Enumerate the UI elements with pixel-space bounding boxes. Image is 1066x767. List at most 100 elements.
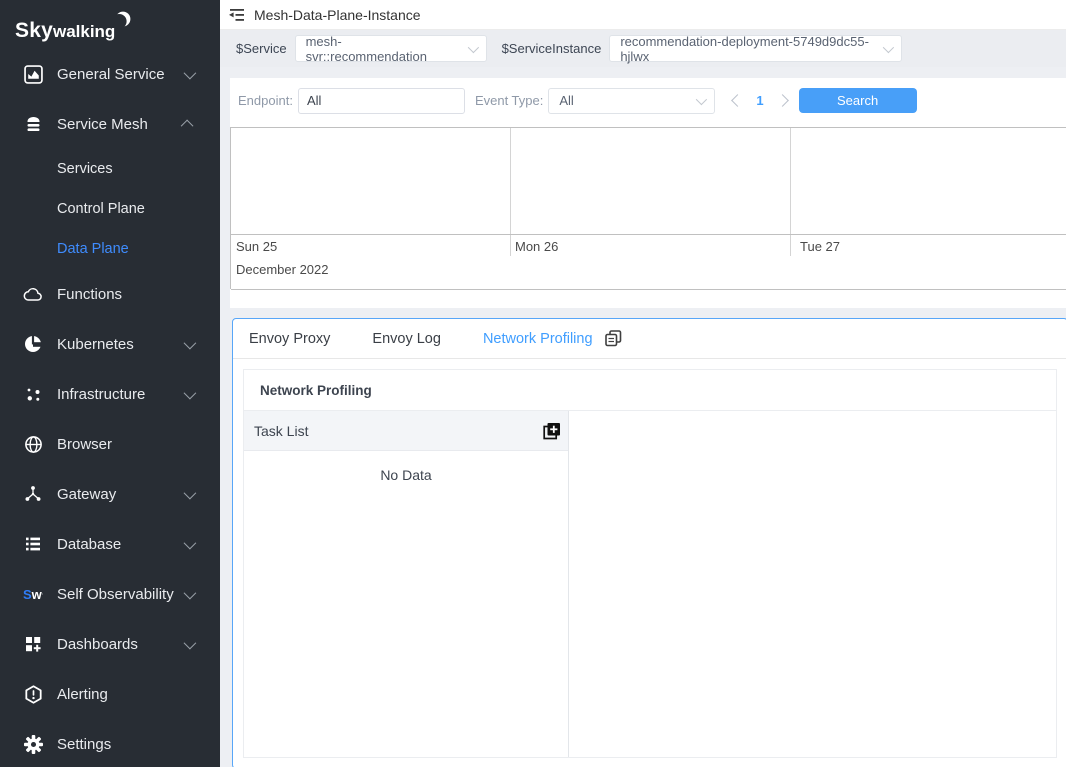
sidebar-item-label: Settings <box>57 736 111 753</box>
logo-text-rest: walking <box>53 22 115 41</box>
sidebar-item-functions[interactable]: Functions <box>0 269 220 319</box>
search-button[interactable]: Search <box>799 88 917 113</box>
copy-icon[interactable] <box>605 330 622 347</box>
sidebar-item-label: Gateway <box>57 486 116 503</box>
network-nodes-icon <box>23 484 43 504</box>
sidebar-item-settings[interactable]: Settings <box>0 719 220 767</box>
service-select-value: mesh-svr::recommendation <box>306 34 458 64</box>
events-timeline[interactable]: Sun 25 Mon 26 Tue 27 December 2022 <box>230 127 1066 289</box>
chevron-down-icon <box>184 586 197 599</box>
chevron-down-icon <box>184 636 197 649</box>
tab-envoy-proxy[interactable]: Envoy Proxy <box>249 331 330 347</box>
timeline-day-axis: Sun 25 Mon 26 Tue 27 <box>231 234 1066 256</box>
sidebar-item-label: Service Mesh <box>57 116 148 133</box>
service-select[interactable]: mesh-svr::recommendation <box>295 35 487 62</box>
globe-icon <box>23 434 43 454</box>
sidebar-item-control-plane[interactable]: Control Plane <box>0 189 220 229</box>
panel-body: Task List No Data <box>244 411 1056 757</box>
service-instance-label: $ServiceInstance <box>502 41 602 56</box>
event-type-select-value: All <box>559 93 573 108</box>
events-widget: Endpoint: Event Type: All 1 Search Sun 2… <box>230 78 1066 308</box>
chevron-down-icon <box>184 336 197 349</box>
endpoint-label: Endpoint: <box>238 93 293 108</box>
no-data-text: No Data <box>380 467 431 483</box>
list-icon <box>23 534 43 554</box>
new-task-icon[interactable] <box>543 422 561 440</box>
timeline-month-label: December 2022 <box>236 262 329 277</box>
kubernetes-icon <box>23 334 43 354</box>
tab-network-profiling[interactable]: Network Profiling <box>483 331 593 347</box>
chevron-down-icon <box>184 66 197 79</box>
sidebar-item-dashboards[interactable]: Dashboards <box>0 619 220 669</box>
chevron-down-icon <box>184 486 197 499</box>
sidebar-item-label: Infrastructure <box>57 386 145 403</box>
current-page[interactable]: 1 <box>756 93 763 108</box>
profiling-graph-area <box>569 411 1056 757</box>
timeline-day-label: Tue 27 <box>800 239 840 254</box>
collapse-menu-icon[interactable] <box>229 8 245 22</box>
instance-tabs-panel: Envoy Proxy Envoy Log Network Profiling … <box>232 318 1066 767</box>
alert-hexagon-icon <box>23 684 43 704</box>
sidebar-item-label: Database <box>57 536 121 553</box>
chevron-down-icon <box>883 41 894 52</box>
sidebar-item-general-service[interactable]: General Service <box>0 49 220 99</box>
logo-text-bold: Sky <box>15 19 53 42</box>
sidebar-item-database[interactable]: Database <box>0 519 220 569</box>
sidebar-item-alerting[interactable]: Alerting <box>0 669 220 719</box>
prev-page-button[interactable] <box>731 94 744 107</box>
sidebar-item-kubernetes[interactable]: Kubernetes <box>0 319 220 369</box>
event-type-label: Event Type: <box>475 93 543 108</box>
panel-title: Network Profiling <box>244 370 1056 411</box>
sidebar-item-label: Alerting <box>57 686 108 703</box>
skywalking-sw-icon: Sw <box>23 584 43 604</box>
sidebar-item-self-observability[interactable]: Sw Self Observability <box>0 569 220 619</box>
chevron-down-icon <box>467 41 478 52</box>
sidebar-item-label: General Service <box>57 66 165 83</box>
skywalking-logo[interactable]: Skywalking <box>0 0 220 49</box>
filter-bar: $Service mesh-svr::recommendation $Servi… <box>220 30 1066 67</box>
sidebar-item-service-mesh[interactable]: Service Mesh <box>0 99 220 149</box>
sidebar-subitem-label: Data Plane <box>57 241 129 257</box>
task-list-header: Task List <box>244 411 568 451</box>
network-profiling-panel: Network Profiling Task List No Data <box>243 369 1057 758</box>
sidebar-subitem-label: Control Plane <box>57 201 145 217</box>
service-instance-select[interactable]: recommendation-deployment-5749d9dc55-hjl… <box>609 35 902 62</box>
event-type-select[interactable]: All <box>548 88 715 114</box>
cloud-icon <box>23 284 43 304</box>
chart-icon <box>23 64 43 84</box>
next-page-button[interactable] <box>776 94 789 107</box>
sidebar-item-services[interactable]: Services <box>0 149 220 189</box>
dashboard-grid-icon <box>23 634 43 654</box>
task-list-title: Task List <box>254 423 308 439</box>
event-controls-row: Endpoint: Event Type: All 1 Search <box>230 78 1066 114</box>
sidebar-item-gateway[interactable]: Gateway <box>0 469 220 519</box>
dots-cluster-icon <box>23 384 43 404</box>
tab-bar: Envoy Proxy Envoy Log Network Profiling <box>233 319 1066 359</box>
sidebar-subitem-label: Services <box>57 161 113 177</box>
service-instance-select-value: recommendation-deployment-5749d9dc55-hjl… <box>620 34 873 64</box>
sidebar-item-label: Functions <box>57 286 122 303</box>
endpoint-input[interactable] <box>298 88 465 114</box>
pagination: 1 <box>733 93 786 108</box>
sidebar-item-data-plane[interactable]: Data Plane <box>0 229 220 269</box>
sidebar-item-label: Dashboards <box>57 636 138 653</box>
chevron-down-icon <box>184 536 197 549</box>
stack-icon <box>23 114 43 134</box>
sidebar-item-infrastructure[interactable]: Infrastructure <box>0 369 220 419</box>
timeline-month-axis: December 2022 <box>231 256 1066 290</box>
page-header: Mesh-Data-Plane-Instance <box>220 0 1066 30</box>
page-title: Mesh-Data-Plane-Instance <box>254 7 421 23</box>
tab-envoy-log[interactable]: Envoy Log <box>372 331 441 347</box>
chevron-down-icon <box>696 93 707 104</box>
sidebar-item-browser[interactable]: Browser <box>0 419 220 469</box>
service-label: $Service <box>236 41 287 56</box>
task-list-empty-state: No Data <box>244 451 568 757</box>
sidebar-item-label: Self Observability <box>57 586 174 603</box>
timeline-day-label: Mon 26 <box>515 239 558 254</box>
timeline-day-label: Sun 25 <box>236 239 277 254</box>
sidebar-item-label: Kubernetes <box>57 336 134 353</box>
crescent-moon-icon <box>116 11 131 36</box>
sidebar-item-label: Browser <box>57 436 112 453</box>
task-list-column: Task List No Data <box>244 411 569 757</box>
chevron-up-icon <box>181 119 194 132</box>
